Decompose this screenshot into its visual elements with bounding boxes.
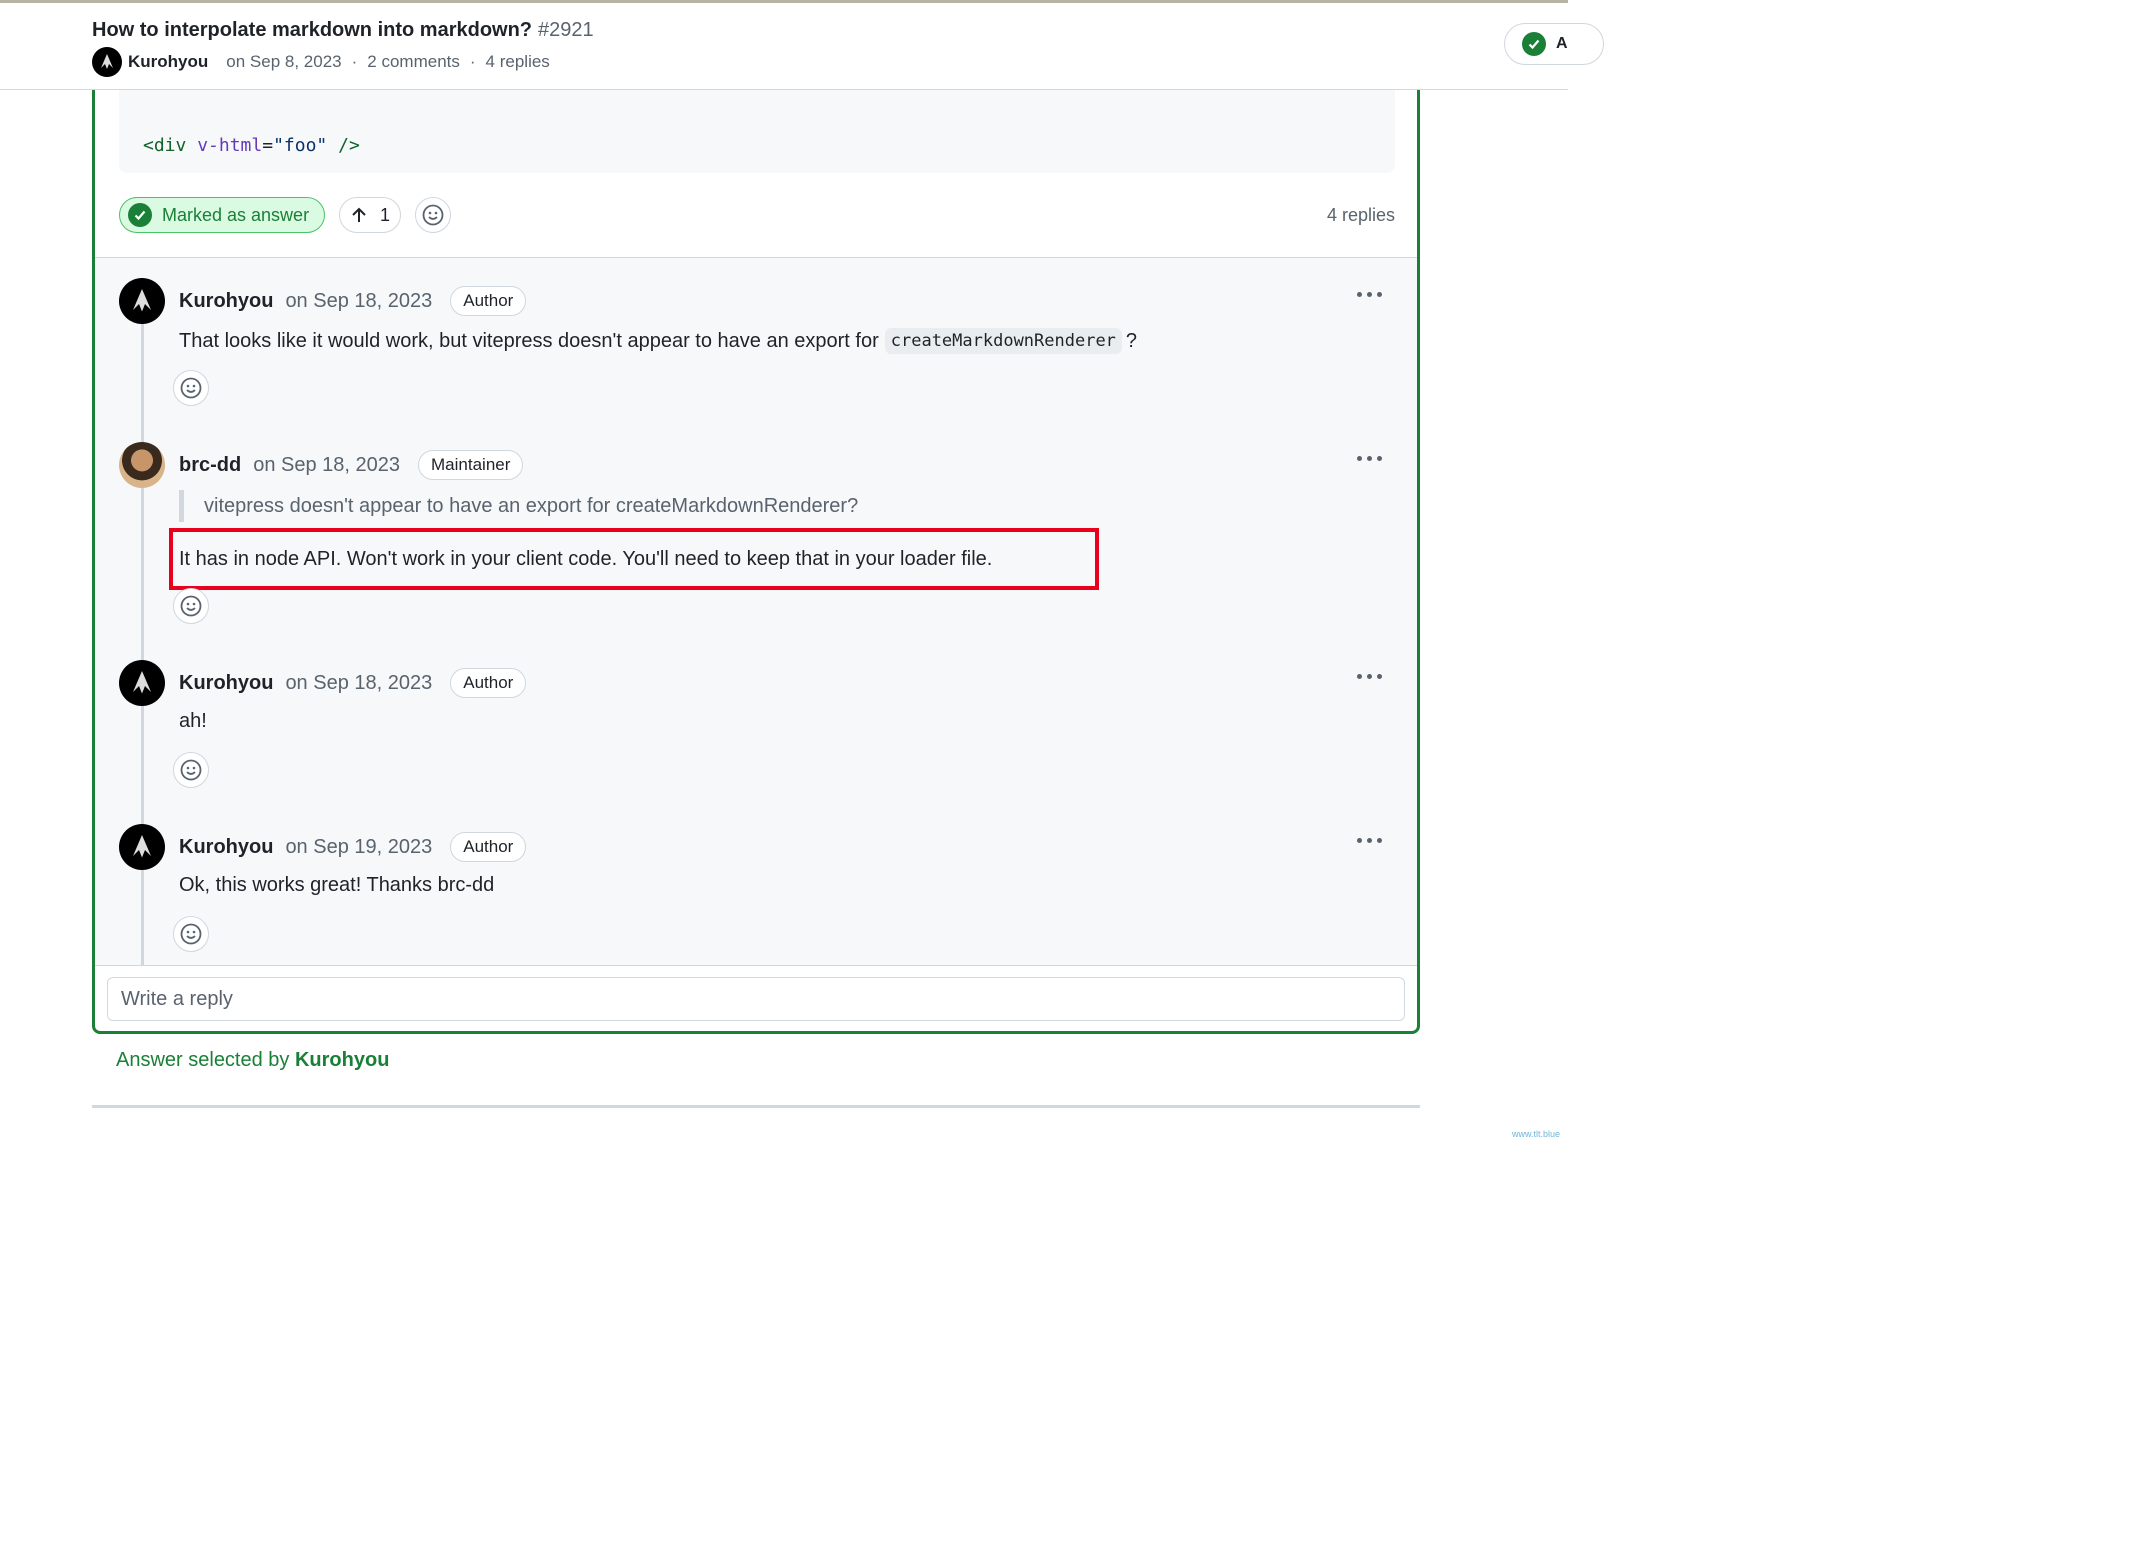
divider [92, 1105, 1420, 1108]
add-reaction-button[interactable] [173, 588, 209, 624]
marked-as-answer-button[interactable]: Marked as answer [119, 197, 325, 233]
answer-selected-author[interactable]: Kurohyou [295, 1049, 389, 1071]
add-reaction-button[interactable] [173, 752, 209, 788]
answer-selected-prefix: Answer selected by [116, 1049, 290, 1071]
author-avatar-icon [133, 835, 151, 858]
smiley-icon [180, 377, 202, 399]
add-reaction-button[interactable] [173, 916, 209, 952]
reply-header: Kurohyou on Sep 19, 2023 Author [179, 832, 527, 862]
answered-status-badge[interactable]: A [1504, 23, 1604, 65]
code-tag-open: <div [143, 135, 187, 156]
more-options-button[interactable] [1357, 456, 1382, 461]
reply-count-header: 4 replies [485, 52, 550, 71]
write-reply-input[interactable]: Write a reply [107, 977, 1405, 1021]
more-options-button[interactable] [1357, 838, 1382, 843]
avatar[interactable] [119, 824, 165, 870]
reply-text: That looks like it would work, but vitep… [179, 329, 879, 352]
answer-selected-note: Answer selected by Kurohyou [116, 1049, 389, 1072]
code-line: <div v-html="foo" /> [143, 135, 360, 156]
reply-body: ah! [179, 710, 207, 732]
separator-dot: · [469, 52, 476, 71]
highlighted-reply-text: It has in node API. Won't work in your c… [169, 528, 1099, 590]
code-equals: = [262, 135, 274, 156]
maintainer-badge: Maintainer [418, 450, 524, 480]
smiley-icon [180, 595, 202, 617]
posted-date: on Sep 8, 2023 [226, 52, 342, 71]
reply-author[interactable]: Kurohyou [179, 290, 273, 313]
avatar[interactable] [119, 442, 165, 488]
reply-date[interactable]: on Sep 18, 2023 [253, 454, 400, 477]
author-badge: Author [450, 832, 527, 862]
smiley-icon [180, 923, 202, 945]
inline-code: createMarkdownRenderer [884, 328, 1122, 354]
replies-thread: Kurohyou on Sep 18, 2023 Author That loo… [95, 257, 1417, 966]
reply-date[interactable]: on Sep 19, 2023 [285, 836, 432, 859]
author-avatar-icon [133, 289, 151, 312]
discussion-meta: Kurohyou on Sep 8, 2023 · 2 comments · 4… [92, 47, 550, 77]
code-string: "foo" [273, 135, 328, 156]
blockquote: vitepress doesn't appear to have an expo… [179, 490, 858, 522]
reply-author[interactable]: Kurohyou [179, 672, 273, 695]
author-avatar-icon [133, 671, 151, 694]
marked-as-answer-label: Marked as answer [162, 204, 310, 225]
answered-label: A [1556, 35, 1568, 52]
upvote-button[interactable]: 1 [339, 197, 401, 233]
check-circle-icon [1522, 32, 1546, 56]
avatar[interactable] [119, 660, 165, 706]
reply-count[interactable]: 4 replies [1327, 205, 1395, 226]
arrow-up-icon [352, 207, 366, 222]
reply-body: That looks like it would work, but vitep… [179, 328, 1137, 354]
reply-text-suffix: ? [1125, 329, 1138, 352]
more-options-button[interactable] [1357, 674, 1382, 679]
comment-count: 2 comments [367, 52, 460, 71]
avatar[interactable] [119, 278, 165, 324]
check-circle-icon [128, 203, 152, 227]
separator-dot: · [351, 52, 358, 71]
add-reaction-button[interactable] [415, 197, 451, 233]
author-link[interactable]: Kurohyou [128, 52, 208, 72]
avatar[interactable] [92, 47, 122, 77]
discussion-number: #2921 [538, 19, 594, 41]
author-badge: Author [450, 668, 527, 698]
watermark: www.tlt.blue [1511, 1129, 1560, 1139]
author-badge: Author [450, 286, 527, 316]
upvote-count: 1 [379, 204, 390, 225]
add-reaction-button[interactable] [173, 370, 209, 406]
reply-date[interactable]: on Sep 18, 2023 [285, 672, 432, 695]
reply-body: Ok, this works great! Thanks brc-dd [179, 874, 495, 896]
reply-header: Kurohyou on Sep 18, 2023 Author [179, 286, 527, 316]
smiley-icon [180, 759, 202, 781]
answer-comment-box: <div v-html="foo" /> Marked as answer 1 … [92, 60, 1420, 1034]
page-title: How to interpolate markdown into markdow… [92, 19, 594, 42]
more-options-button[interactable] [1357, 292, 1382, 297]
reply-author[interactable]: Kurohyou [179, 836, 273, 859]
code-attribute: v-html [197, 135, 263, 156]
discussion-title: How to interpolate markdown into markdow… [92, 19, 533, 41]
reply-header: Kurohyou on Sep 18, 2023 Author [179, 668, 527, 698]
smiley-icon [422, 204, 444, 226]
reply-date[interactable]: on Sep 18, 2023 [285, 290, 432, 313]
answer-actions: Marked as answer 1 4 replies [119, 197, 1395, 237]
author-avatar-icon [101, 54, 113, 69]
discussion-header: How to interpolate markdown into markdow… [0, 3, 1604, 90]
reply-header: brc-dd on Sep 18, 2023 Maintainer [179, 450, 524, 480]
reply-author[interactable]: brc-dd [179, 454, 241, 477]
code-tag-close: /> [327, 135, 360, 156]
